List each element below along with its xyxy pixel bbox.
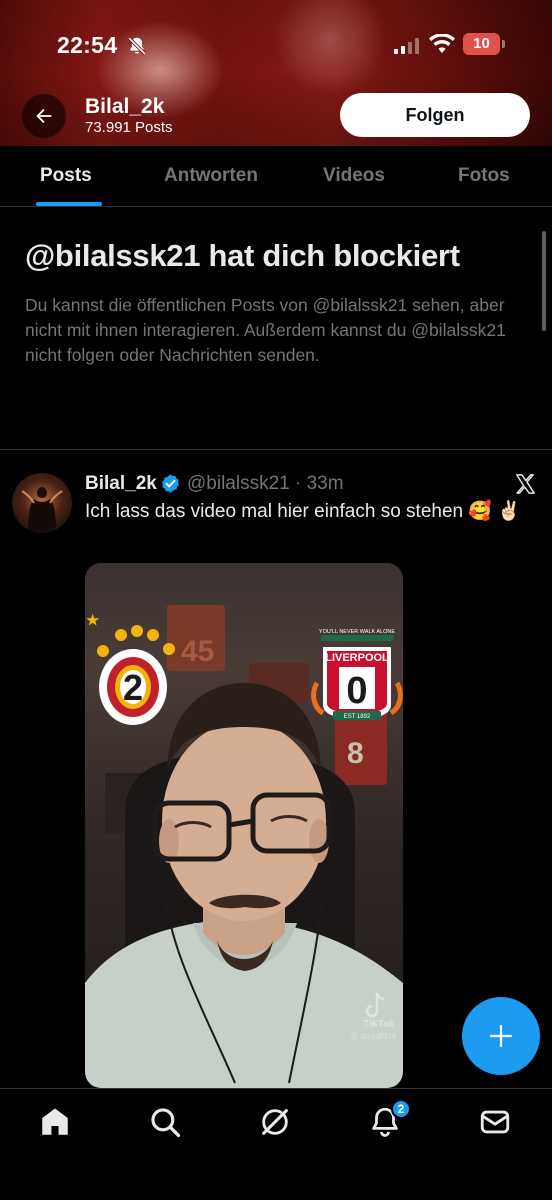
arrow-left-icon bbox=[36, 108, 52, 124]
blocked-description: Du kannst die öffentlichen Posts von @bi… bbox=[25, 295, 506, 365]
liverpool-motto: YOU'LL NEVER WALK ALONE bbox=[319, 629, 395, 635]
tab-videos[interactable]: Videos bbox=[323, 165, 385, 187]
search-icon[interactable] bbox=[148, 1105, 182, 1139]
bg-jersey-number-2: 8 bbox=[347, 737, 364, 770]
liverpool-crest: YOU'LL NEVER WALK ALONE LIVERPOOL 0 EST … bbox=[311, 629, 403, 720]
bell-off-icon bbox=[128, 37, 146, 55]
plus-icon bbox=[490, 1025, 512, 1047]
galatasaray-crest: 2 bbox=[86, 613, 175, 725]
back-button[interactable] bbox=[22, 94, 66, 138]
blocked-title: @bilalssk21 hat dich blockiert bbox=[25, 238, 460, 273]
tiktok-label: TikTok bbox=[363, 1019, 395, 1030]
grok-icon[interactable] bbox=[258, 1105, 292, 1139]
tab-replies[interactable]: Antworten bbox=[164, 165, 258, 187]
post-author[interactable]: Bilal_2k bbox=[85, 473, 157, 495]
verified-icon bbox=[162, 474, 179, 493]
active-tab-indicator bbox=[36, 202, 102, 206]
tiktok-user: @ abdu9974 bbox=[350, 1032, 396, 1041]
battery-level: 10 bbox=[473, 35, 490, 52]
video-frame: 45 8 2 YOU'LL NEVER WALK ALONE LIVERPOOL… bbox=[85, 605, 403, 1088]
profile-tabs: Posts Antworten Videos Fotos bbox=[0, 146, 552, 207]
post-count: 73.991 Posts bbox=[85, 119, 173, 136]
scrollbar[interactable] bbox=[542, 231, 546, 331]
post-text: Ich lass das video mal hier einfach so s… bbox=[85, 501, 521, 522]
x-logo-icon bbox=[516, 474, 535, 494]
score-right: 0 bbox=[346, 670, 367, 712]
status-time: 22:54 bbox=[57, 32, 118, 58]
avatar[interactable] bbox=[12, 473, 72, 533]
follow-button[interactable]: Folgen bbox=[340, 93, 530, 137]
post-handle-time[interactable]: @bilalssk21 · 33m bbox=[187, 473, 344, 495]
battery-indicator: 10 bbox=[463, 33, 505, 55]
liverpool-name: LIVERPOOL bbox=[325, 652, 389, 664]
wifi-icon bbox=[429, 34, 455, 53]
bottom-navigation: 2 bbox=[0, 1088, 552, 1200]
status-bar: 22:54 10 bbox=[0, 28, 552, 64]
tab-photos[interactable]: Fotos bbox=[458, 165, 510, 187]
notification-badge: 2 bbox=[391, 1099, 411, 1119]
post-video[interactable]: 45 8 2 YOU'LL NEVER WALK ALONE LIVERPOOL… bbox=[85, 563, 403, 1088]
liverpool-est: EST 1892 bbox=[344, 714, 371, 720]
home-icon[interactable] bbox=[38, 1105, 72, 1139]
profile-name: Bilal_2k bbox=[85, 95, 165, 118]
avatar-image bbox=[21, 487, 63, 533]
messages-icon[interactable] bbox=[478, 1105, 512, 1139]
score-left: 2 bbox=[123, 667, 143, 708]
tab-posts[interactable]: Posts bbox=[40, 165, 92, 187]
bg-jersey-number: 45 bbox=[181, 635, 214, 668]
compose-button[interactable] bbox=[462, 997, 540, 1075]
divider bbox=[0, 449, 552, 450]
signal-icon bbox=[394, 38, 419, 54]
